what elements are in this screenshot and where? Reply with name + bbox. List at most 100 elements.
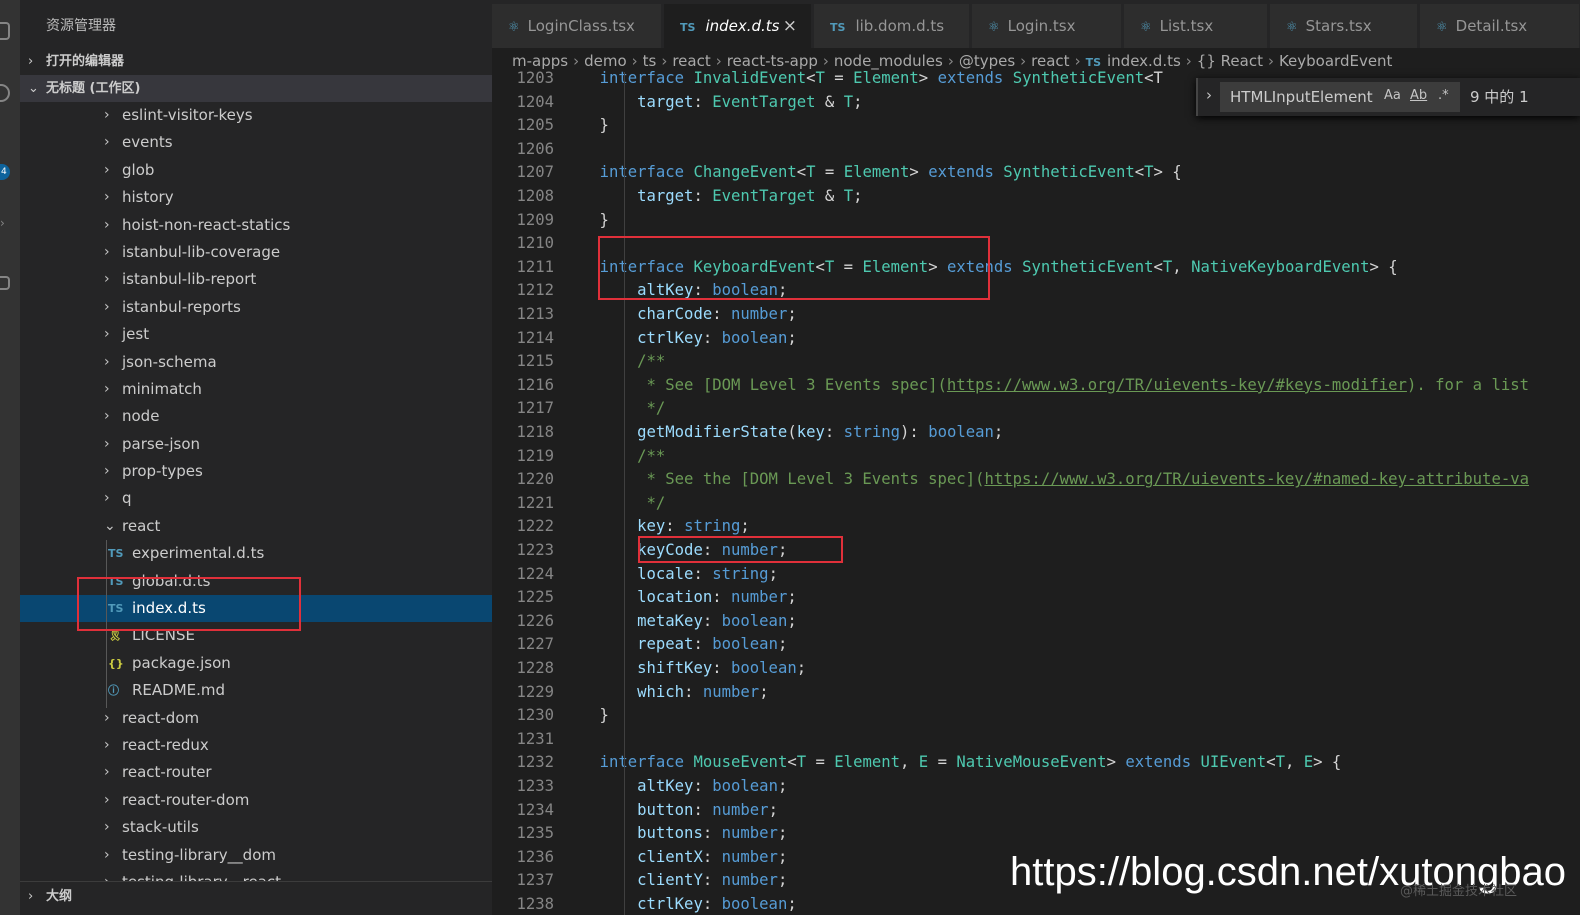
breadcrumb-separator-icon: › [1267,52,1274,70]
tree-file[interactable]: TS experimental.d.ts [20,540,492,567]
tab-lib-dom-d-ts[interactable]: TS lib.dom.d.ts [814,4,970,48]
tab-stars-tsx[interactable]: ⚛ Stars.tsx [1270,4,1418,48]
close-icon[interactable]: × [783,4,797,48]
code-token: } [562,116,609,135]
file-type-icon: {} [108,656,124,670]
regex-icon[interactable]: .* [1438,88,1449,103]
breadcrumb-item[interactable]: {} React [1197,52,1263,70]
tree-folder[interactable]: › react-redux [20,732,492,759]
explorer-icon[interactable] [0,22,10,40]
code-line: shiftKey: boolean; [562,656,806,680]
tree-folder-label: hoist-non-react-statics [122,215,291,234]
chevron-right-icon: › [104,819,110,836]
code-token: SyntheticEvent [1012,69,1145,87]
code-token: ; [796,659,807,677]
code-token: ; [777,847,788,866]
tree-file[interactable]: TS global.d.ts [20,568,492,595]
code-token: altKey [637,281,694,300]
code-token: MouseEvent [693,753,788,772]
code-view[interactable]: 1203 interface InvalidEvent<T = Element>… [492,69,1580,915]
tree-folder[interactable]: › json-schema [20,349,492,376]
tree-folder[interactable]: › react-router-dom [20,787,492,814]
code-token: } [562,210,609,229]
code-token: metaKey [637,611,703,630]
code-token: ): [900,423,929,441]
toggle-replace-chevron-icon[interactable]: › [1206,86,1212,104]
code-token: : [712,305,731,323]
tree-file-label: experimental.d.ts [132,544,265,563]
tree-folder[interactable]: › stack-utils [20,814,492,841]
chevron-right-icon: › [104,408,110,425]
line-number: 1218 [516,423,554,441]
tree-folder[interactable]: › istanbul-reports [20,294,492,321]
tree-folder[interactable]: › events [20,129,492,156]
tree-folder[interactable]: › hoist-non-react-statics [20,212,492,239]
code-token: number [731,588,788,607]
code-line: which: number; [562,680,768,704]
whole-word-icon[interactable]: Ab [1410,88,1427,103]
code-token: /** [562,352,666,371]
code-token: interface [599,753,694,772]
code-line: interface InvalidEvent<T = Element> exte… [562,66,1163,90]
chevron-right-icon: › [104,846,110,863]
line-number: 1235 [516,824,554,843]
chevron-right-icon: › [104,435,110,452]
outline-section[interactable]: › 大纲 [20,881,492,915]
file-tree: › eslint-visitor-keys › events › glob › history… [20,102,492,896]
code-token: which [637,682,685,701]
extensions-icon[interactable] [0,276,10,290]
tab-loginclass-tsx[interactable]: ⚛ LoginClass.tsx [492,4,662,48]
chevron-right-icon: › [104,134,110,151]
tree-folder[interactable]: › eslint-visitor-keys [20,102,492,129]
tree-folder[interactable]: › react-dom [20,705,492,732]
tree-file[interactable]: 🎗 LICENSE [20,622,492,649]
tree-folder[interactable]: › jest [20,321,492,348]
tree-folder[interactable]: › minimatch [20,376,492,403]
tree-file[interactable]: ⓘ README.md [20,677,492,704]
code-token: repeat [637,635,694,654]
find-widget: › HTMLInputElement Aa Ab .* 9 中的 1 [1196,78,1580,116]
tree-file[interactable]: {} package.json [20,650,492,677]
code-line: charCode: number; [562,302,797,326]
chevron-right-icon: › [104,107,110,123]
tree-folder[interactable]: › history [20,184,492,211]
line-number: 1204 [516,92,554,111]
open-editors-section[interactable]: › 打开的编辑器 [20,48,492,75]
code-line: buttons: number; [562,821,787,845]
explorer-title: 资源管理器 [46,18,116,34]
tree-folder[interactable]: › q [20,485,492,512]
search-icon[interactable] [0,84,10,102]
tab-detail-tsx[interactable]: ⚛ Detail.tsx [1420,4,1580,48]
tree-folder-label: jest [122,325,150,344]
code-token: SyntheticEvent [1022,257,1154,276]
tree-folder[interactable]: › parse-json [20,431,492,458]
code-token: <T [1144,69,1163,87]
workspace-section[interactable]: ⌄ 无标题 (工作区) [20,75,492,102]
tree-folder[interactable]: › node [20,403,492,430]
tree-folder[interactable]: › testing-library__dom [20,842,492,869]
breadcrumb-item[interactable]: KeyboardEvent [1279,52,1392,70]
chevron-down-icon: ⌄ [28,81,39,96]
tab-index-d-ts[interactable]: TS index.d.ts × [664,4,812,48]
tab-list-tsx[interactable]: ⚛ List.tsx [1124,4,1268,48]
tree-folder[interactable]: ⌄ react [20,513,492,540]
code-token: Element [834,753,901,772]
tab-login-tsx[interactable]: ⚛ Login.tsx [972,4,1122,48]
code-token: number [721,541,778,559]
match-case-icon[interactable]: Aa [1384,88,1401,103]
tree-folder[interactable]: › react-router [20,759,492,786]
code-token: ; [777,541,788,559]
tree-folder[interactable]: › istanbul-lib-report [20,266,492,293]
line-number: 1238 [516,895,554,913]
tree-folder[interactable]: › istanbul-lib-coverage [20,239,492,266]
run-icon[interactable]: › [0,216,10,234]
code-token: > [918,69,938,87]
tree-folder[interactable]: › glob [20,157,492,184]
tree-folder[interactable]: › prop-types [20,458,492,485]
code-token: ; [777,635,788,654]
tree-file[interactable]: TS index.d.ts [20,595,492,623]
tab-label: Login.tsx [1007,17,1076,35]
